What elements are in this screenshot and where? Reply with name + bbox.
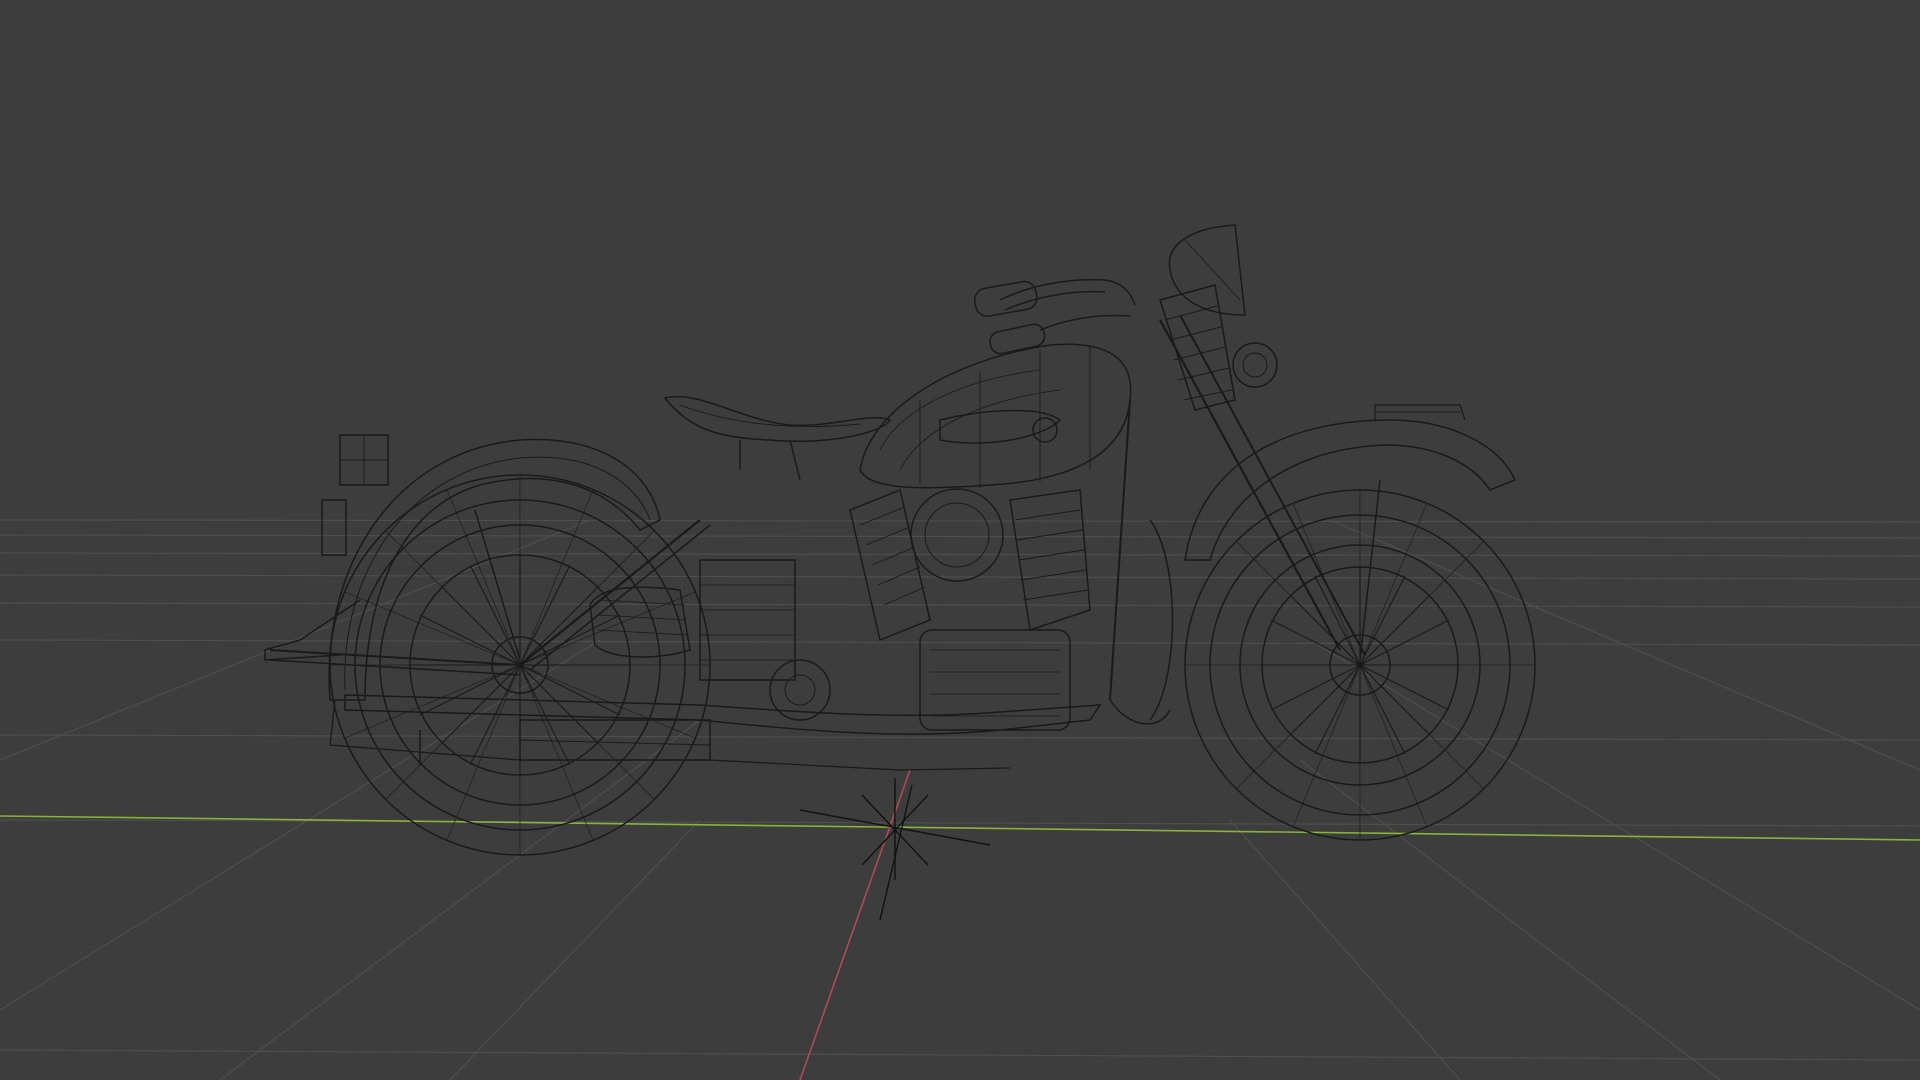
rear-fender[interactable] — [328, 438, 661, 701]
floor-grid — [0, 519, 1920, 1080]
seat[interactable] — [663, 396, 892, 443]
front-fork[interactable] — [1159, 284, 1381, 661]
front-wheel[interactable] — [1184, 489, 1536, 841]
exhaust-pipe[interactable] — [329, 694, 1102, 771]
motorcycle-wireframe[interactable] — [264, 224, 1536, 856]
3d-viewport[interactable] — [0, 0, 1920, 1080]
x-axis-line — [799, 769, 911, 1080]
engine[interactable] — [699, 488, 1091, 731]
y-axis-line — [0, 815, 1920, 841]
origin-empty[interactable] — [799, 778, 991, 921]
headlight — [1168, 224, 1246, 316]
viewport-canvas[interactable] — [0, 0, 1920, 1080]
